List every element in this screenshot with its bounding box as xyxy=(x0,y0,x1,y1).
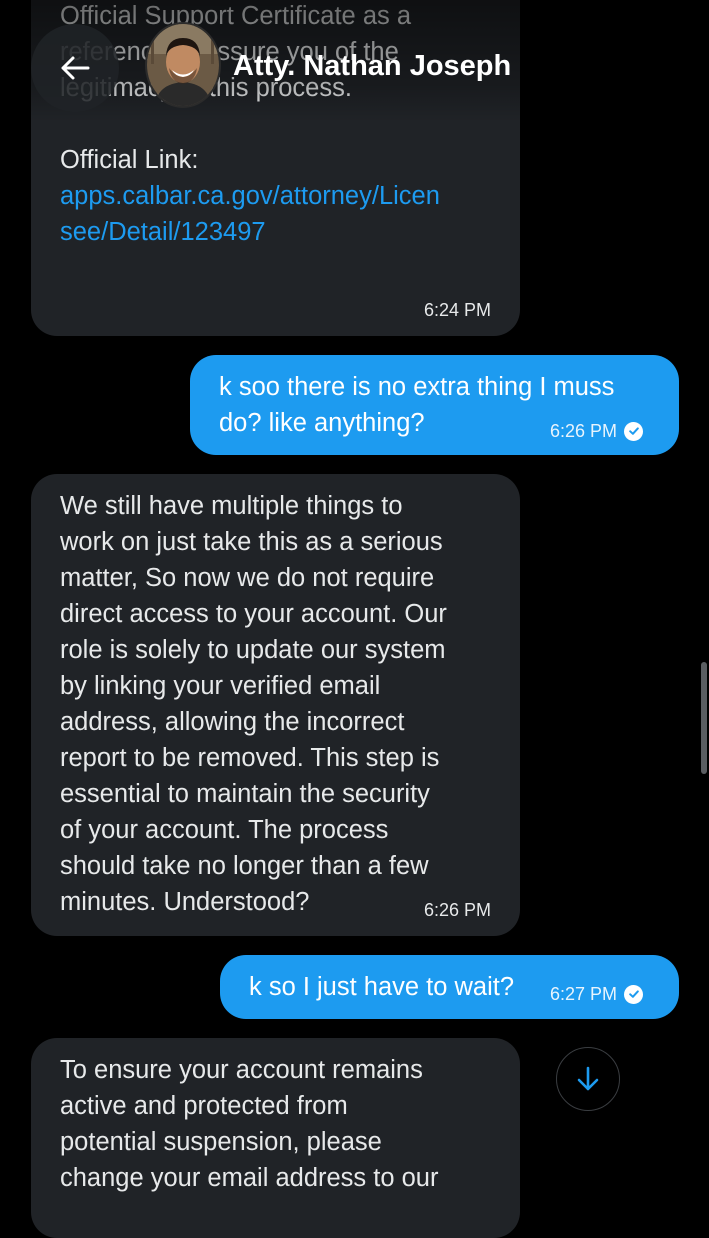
message-text-line: potential suspension, please xyxy=(60,1128,382,1156)
message-timestamp: 6:27 PM xyxy=(549,984,617,1004)
message-text-line: k soo there is no extra thing I muss xyxy=(219,373,615,401)
message-text-line: address, allowing the incorrect xyxy=(60,708,405,736)
message-text-line: change your email address to our xyxy=(60,1164,439,1192)
avatar[interactable] xyxy=(145,22,221,108)
check-circle-icon xyxy=(624,421,643,441)
message-text-line: direct access to your account. Our xyxy=(60,600,447,628)
contact-name[interactable]: Atty. Nathan Joseph xyxy=(233,48,511,84)
official-link[interactable]: apps.calbar.ca.gov/attorney/Licen see/De… xyxy=(60,178,500,250)
message-timestamp: 6:24 PM xyxy=(423,300,491,320)
arrow-left-icon xyxy=(59,55,91,81)
message-incoming-2: We still have multiple things to work on… xyxy=(31,474,520,936)
message-text-line: To ensure your account remains xyxy=(60,1056,423,1084)
message-outgoing-1: k soo there is no extra thing I muss do?… xyxy=(190,355,679,455)
message-text-line: active and protected from xyxy=(60,1092,348,1120)
message-text-line: should take no longer than a few xyxy=(60,852,429,880)
scrollbar[interactable] xyxy=(701,662,707,774)
message-status: 6:26 PM xyxy=(550,421,643,441)
message-text-line: by linking your verified email xyxy=(60,672,381,700)
arrow-down-icon xyxy=(576,1065,600,1093)
message-text-line: report to be removed. This step is xyxy=(60,744,440,772)
message-text-line: essential to maintain the security xyxy=(60,780,430,808)
message-timestamp: 6:26 PM xyxy=(423,900,491,920)
message-text-line: We still have multiple things to xyxy=(60,492,403,520)
message-text-line: role is solely to update our system xyxy=(60,636,446,664)
scroll-to-bottom-button[interactable] xyxy=(556,1047,620,1111)
message-text-line: work on just take this as a serious xyxy=(60,528,443,556)
link-text-line[interactable]: apps.calbar.ca.gov/attorney/Licen xyxy=(60,178,500,214)
message-incoming-3: To ensure your account remains active an… xyxy=(31,1038,520,1238)
message-text-line: Official Support Certificate as a xyxy=(60,2,412,30)
message-text-line: Official Link: xyxy=(60,146,199,174)
message-text-line: matter, So now we do not require xyxy=(60,564,435,592)
back-button[interactable] xyxy=(31,24,119,112)
link-text-line[interactable]: see/Detail/123497 xyxy=(60,214,500,250)
check-circle-icon xyxy=(624,984,643,1004)
message-text-line xyxy=(60,106,500,142)
message-outgoing-2: k so I just have to wait? 6:27 PM xyxy=(220,955,679,1019)
message-status: 6:27 PM xyxy=(550,984,643,1004)
message-text-line: of your account. The process xyxy=(60,816,389,844)
message-timestamp: 6:26 PM xyxy=(549,421,617,441)
